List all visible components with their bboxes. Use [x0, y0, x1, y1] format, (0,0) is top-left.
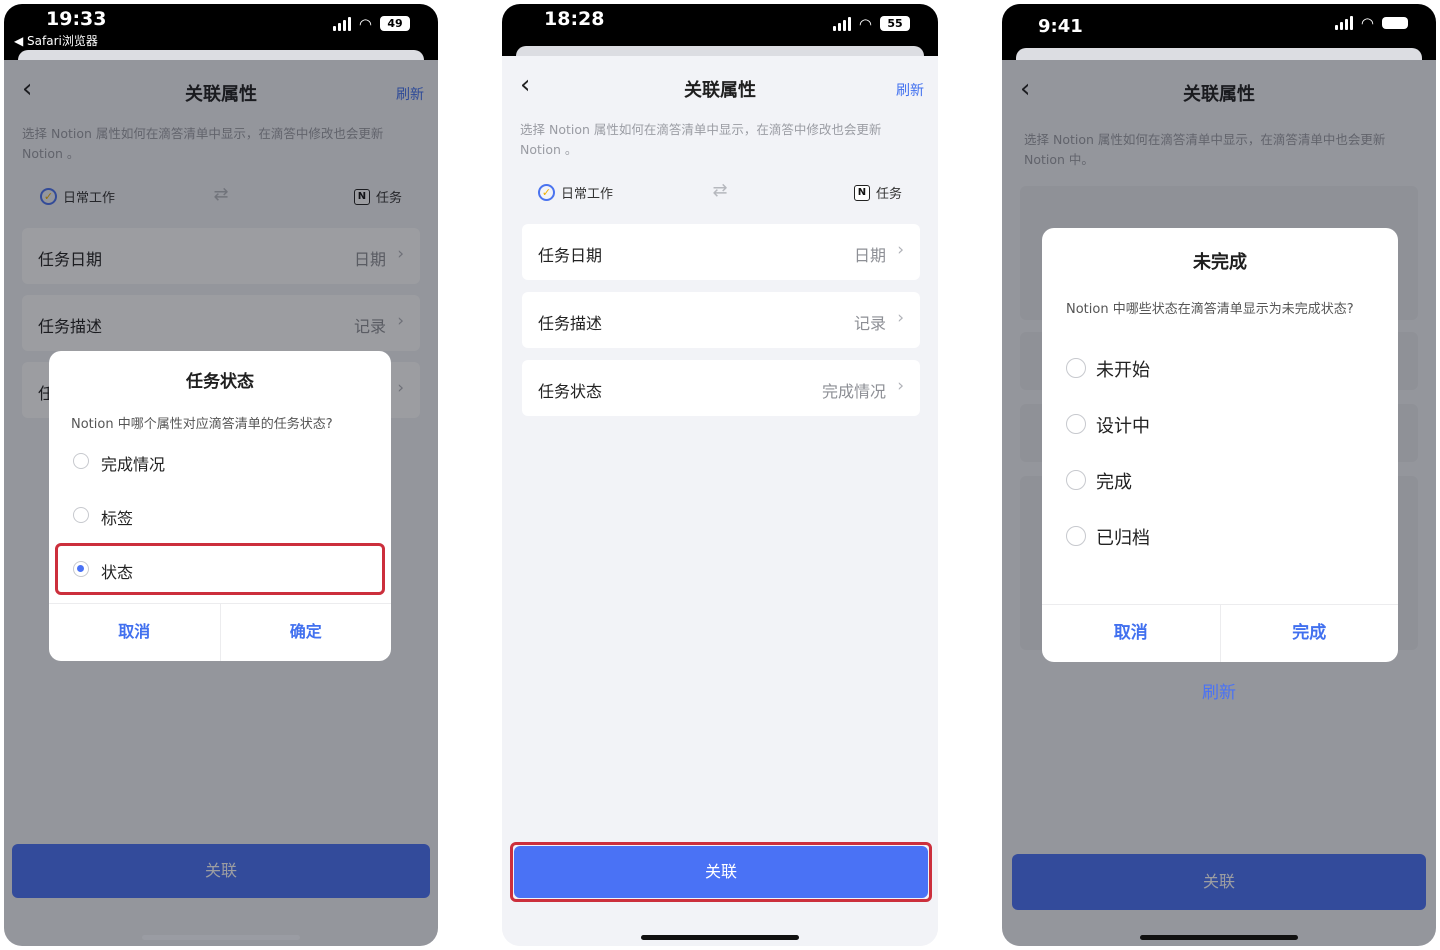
row-label: 任务状态	[538, 382, 603, 401]
row-label: 任务描述	[538, 314, 603, 333]
dialog-title: 未完成	[1193, 252, 1247, 273]
signal-icon	[332, 16, 351, 31]
radio-unchecked-icon	[1066, 470, 1086, 490]
option-archived[interactable]: 已归档	[1048, 512, 1392, 562]
radio-checked-icon	[73, 561, 89, 577]
home-indicator	[641, 935, 799, 940]
phone-screen-2: 18:28 ◠ 55 ‹ 关联属性 刷新 选择 Notion 属性如何在滴答清单…	[502, 4, 938, 946]
task-status-dialog: 任务状态 Notion 中哪个属性对应滴答清单的任务状态? 完成情况 标签 状态…	[49, 351, 391, 661]
dialog-question: Notion 中哪个属性对应滴答清单的任务状态?	[71, 417, 333, 432]
status-time: 18:28	[544, 8, 605, 30]
chevron-right-icon: ›	[897, 376, 904, 396]
chevron-right-icon: ›	[897, 240, 904, 260]
property-row-date[interactable]: 任务日期 日期 ›	[522, 224, 920, 280]
option-status[interactable]: 状态	[55, 545, 385, 595]
radio-unchecked-icon	[73, 453, 89, 469]
wifi-icon: ◠	[358, 14, 372, 33]
home-indicator	[142, 935, 300, 940]
swap-arrows-icon: ⇄	[712, 180, 728, 201]
option-completion[interactable]: 完成情况	[55, 437, 385, 487]
battery-icon	[1382, 17, 1408, 29]
phone-screen-3: 9:41 ◠ ‹ 关联属性 选择 Notion 属性如何在滴答清单中显示，在滴答…	[1002, 4, 1436, 946]
description-text: 选择 Notion 属性如何在滴答清单中显示，在滴答中修改也会更新 Notion…	[520, 122, 882, 157]
option-label: 已归档	[1096, 528, 1150, 549]
incomplete-status-dialog: 未完成 Notion 中哪些状态在滴答清单显示为未完成状态? 未开始 设计中 完…	[1042, 228, 1398, 662]
wifi-icon: ◠	[858, 14, 872, 33]
cancel-button[interactable]: 取消	[49, 604, 220, 661]
signal-icon	[832, 16, 851, 31]
dialog-actions: 取消 完成	[1042, 604, 1398, 662]
link-button[interactable]: 关联	[514, 846, 928, 898]
option-label: 完成	[1096, 472, 1132, 493]
radio-unchecked-icon	[1066, 526, 1086, 546]
nav-bar: ‹ 关联属性 刷新	[502, 56, 938, 116]
ticktick-logo-icon: ✓	[538, 184, 555, 201]
phone-screen-1: 19:33 ◀ Safari浏览器 ◠ 49 ‹ 关联属性 刷新 选择 Noti…	[4, 4, 438, 946]
battery-icon: 49	[380, 16, 410, 31]
chevron-right-icon: ›	[897, 308, 904, 328]
status-time: 9:41	[1038, 16, 1083, 37]
main-content: ‹ 关联属性 刷新 选择 Notion 属性如何在滴答清单中显示，在滴答中修改也…	[502, 56, 938, 946]
dialog-title: 任务状态	[186, 372, 254, 392]
row-value: 记录	[853, 314, 886, 333]
radio-unchecked-icon	[73, 507, 89, 523]
row-value: 日期	[853, 246, 886, 265]
mapping-header: ✓ 日常工作 ⇄ N 任务	[538, 180, 902, 206]
home-indicator	[1140, 935, 1298, 940]
option-label: 设计中	[1096, 416, 1150, 437]
wifi-icon: ◠	[1360, 14, 1374, 32]
option-label: 未开始	[1096, 360, 1150, 381]
refresh-button[interactable]: 刷新	[896, 80, 924, 100]
row-label: 任务日期	[538, 246, 603, 265]
battery-icon: 55	[880, 16, 910, 31]
option-label: 标签	[101, 509, 134, 528]
back-to-app-link[interactable]: ◀ Safari浏览器	[14, 32, 98, 49]
list-name: 日常工作	[561, 187, 614, 202]
option-done[interactable]: 完成	[1048, 456, 1392, 506]
property-row-status[interactable]: 任务状态 完成情况 ›	[522, 360, 920, 416]
property-row-description[interactable]: 任务描述 记录 ›	[522, 292, 920, 348]
notion-logo-icon: N	[853, 184, 870, 201]
done-button[interactable]: 完成	[1219, 605, 1399, 662]
option-label: 状态	[101, 563, 134, 582]
database-name: 任务	[875, 187, 902, 202]
dialog-question: Notion 中哪些状态在滴答清单显示为未完成状态?	[1066, 302, 1354, 317]
option-tag[interactable]: 标签	[55, 491, 385, 541]
signal-icon	[1334, 16, 1353, 30]
dialog-actions: 取消 确定	[49, 603, 391, 661]
option-designing[interactable]: 设计中	[1048, 400, 1392, 450]
confirm-button[interactable]: 确定	[219, 604, 392, 661]
cancel-button[interactable]: 取消	[1042, 605, 1220, 662]
row-value: 完成情况	[821, 382, 886, 401]
radio-unchecked-icon	[1066, 358, 1086, 378]
page-title: 关联属性	[684, 80, 756, 101]
option-not-started[interactable]: 未开始	[1048, 344, 1392, 394]
refresh-link[interactable]: 刷新	[1002, 678, 1436, 703]
option-label: 完成情况	[101, 455, 166, 474]
status-time: 19:33	[46, 8, 107, 30]
radio-unchecked-icon	[1066, 414, 1086, 434]
